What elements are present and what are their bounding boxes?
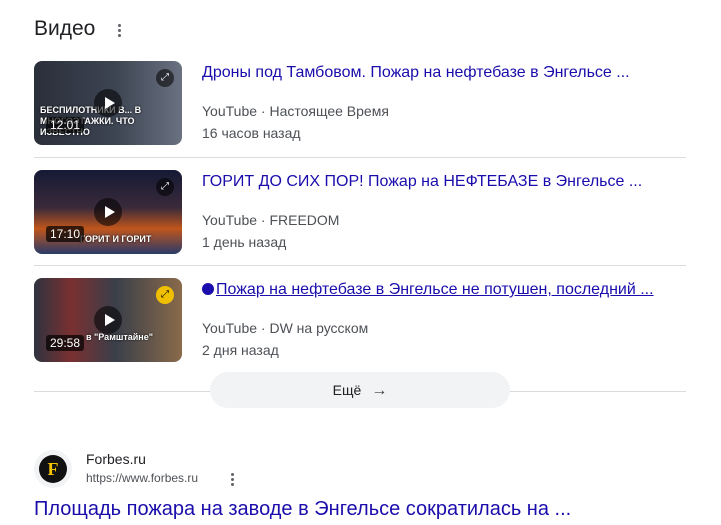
play-icon[interactable] — [94, 89, 122, 117]
section-title: Видео — [34, 17, 96, 40]
play-icon[interactable] — [94, 198, 122, 226]
site-url-text: https://www.forbes.ru — [86, 471, 199, 485]
video-duration: 12:01 — [46, 117, 85, 133]
expand-icon[interactable]: ⤢ — [156, 178, 174, 196]
meta-separator: · — [260, 103, 266, 119]
site-name[interactable]: Forbes.ru — [86, 451, 146, 467]
divider — [34, 265, 686, 266]
meta-separator: · — [260, 320, 266, 336]
video-channel: DW на русском — [269, 320, 369, 336]
video-source: YouTube — [202, 103, 258, 119]
result-menu-icon[interactable] — [231, 473, 235, 488]
video-source: YouTube — [202, 320, 258, 336]
video-item[interactable]: в "Рамштайне" 29:58 ⤢ Пожар на нефтебазе… — [34, 278, 686, 366]
video-time-ago: 2 дня назад — [202, 342, 279, 358]
video-title-text: Пожар на нефтебазе в Энгельсе не потушен… — [216, 281, 654, 298]
video-channel: FREEDOM — [269, 212, 340, 228]
arrow-right-icon: → — [371, 382, 388, 399]
video-thumbnail[interactable]: ГОРИТ И ГОРИТ 17:10 ⤢ — [34, 170, 182, 254]
video-title[interactable]: ГОРИТ ДО СИХ ПОР! Пожар на НЕФТЕБАЗЕ в Э… — [202, 173, 642, 191]
forbes-logo-icon: F — [39, 455, 67, 483]
video-channel: Настоящее Время — [269, 103, 389, 119]
thumbnail-caption: ГОРИТ И ГОРИТ — [80, 234, 152, 244]
site-url[interactable]: https://www.forbes.ru — [86, 471, 198, 485]
more-button[interactable]: Ещё → — [210, 372, 510, 408]
site-logo[interactable]: F — [34, 450, 72, 488]
video-thumbnail[interactable]: БЕСПИЛОТНИКИ В... В МНОГОЭТАЖКИ. ЧТО ИЗВ… — [34, 61, 182, 145]
video-item[interactable]: БЕСПИЛОТНИКИ В... В МНОГОЭТАЖКИ. ЧТО ИЗВ… — [34, 61, 686, 149]
video-meta: YouTube · FREEDOM — [202, 212, 339, 228]
video-meta: YouTube · DW на русском — [202, 320, 368, 336]
video-duration: 29:58 — [46, 335, 85, 351]
video-thumbnail[interactable]: в "Рамштайне" 29:58 ⤢ — [34, 278, 182, 362]
video-title[interactable]: Дроны под Тамбовом. Пожар на нефтебазе в… — [202, 64, 630, 82]
section-menu-icon[interactable] — [118, 24, 122, 39]
result-title[interactable]: Площадь пожара на заводе в Энгельсе сокр… — [34, 498, 571, 521]
thumbnail-caption: в "Рамштайне" — [86, 332, 154, 342]
video-source: YouTube — [202, 212, 258, 228]
video-time-ago: 16 часов назад — [202, 125, 301, 141]
more-button-label: Ещё — [332, 382, 362, 398]
video-title[interactable]: Пожар на нефтебазе в Энгельсе не потушен… — [202, 281, 654, 299]
video-time-ago: 1 день назад — [202, 234, 287, 250]
more-section: Ещё → — [34, 372, 686, 410]
play-icon[interactable] — [94, 306, 122, 334]
expand-icon[interactable]: ⤢ — [156, 69, 174, 87]
divider — [34, 157, 686, 158]
video-meta: YouTube · Настоящее Время — [202, 103, 389, 119]
expand-icon[interactable]: ⤢ — [156, 286, 174, 304]
meta-separator: · — [260, 212, 266, 228]
video-duration: 17:10 — [46, 226, 85, 242]
video-item[interactable]: ГОРИТ И ГОРИТ 17:10 ⤢ ГОРИТ ДО СИХ ПОР! … — [34, 170, 686, 258]
live-dot-icon — [202, 283, 214, 295]
